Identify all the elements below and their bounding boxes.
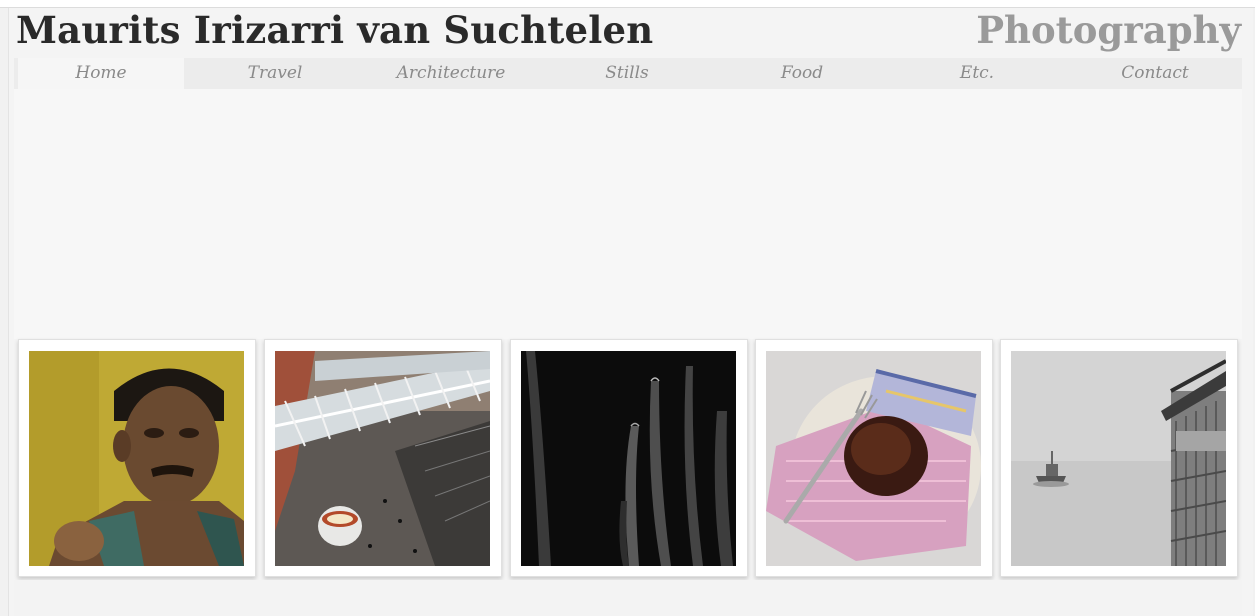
portrait-photo	[29, 351, 244, 566]
main-nav: Home Travel Architecture Stills Food Etc…	[14, 58, 1242, 89]
nav-item-travel[interactable]: Travel	[220, 63, 330, 85]
gallery-thumbnail-stills[interactable]	[510, 339, 748, 577]
architecture-photo	[275, 351, 490, 566]
hero-area	[14, 89, 1242, 339]
top-rule	[0, 0, 1255, 8]
food-photo	[766, 351, 981, 566]
gallery-thumbnail-portrait[interactable]	[18, 339, 256, 577]
nav-item-home[interactable]: Home	[18, 58, 184, 89]
still-life-photo	[521, 351, 736, 566]
site-tagline: Photography	[976, 8, 1241, 52]
gallery-thumbnail-architecture[interactable]	[264, 339, 502, 577]
nav-item-stills[interactable]: Stills	[582, 63, 672, 85]
gallery-thumbnail-etc[interactable]	[1000, 339, 1238, 577]
gallery-thumbnail-food[interactable]	[755, 339, 993, 577]
nav-item-architecture[interactable]: Architecture	[386, 63, 516, 85]
nav-item-food[interactable]: Food	[762, 63, 842, 85]
site-name[interactable]: Maurits Irizarri van Suchtelen	[16, 8, 653, 52]
footer-area	[14, 580, 1242, 616]
nav-item-contact[interactable]: Contact	[1110, 63, 1200, 85]
nav-item-etc[interactable]: Etc.	[944, 63, 1010, 85]
seascape-photo	[1011, 351, 1226, 566]
